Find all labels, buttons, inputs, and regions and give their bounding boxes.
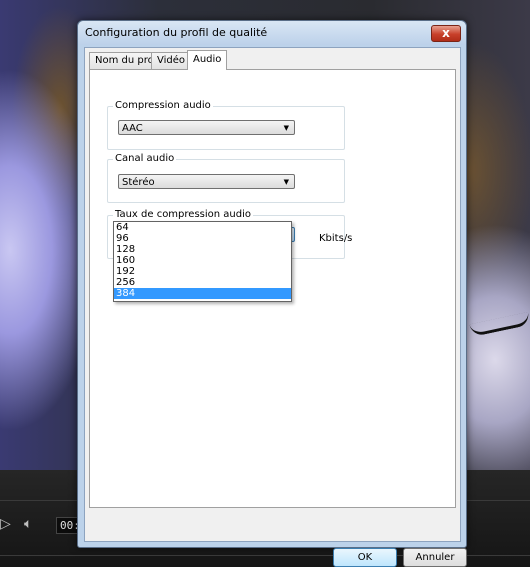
dropdown-option[interactable]: 192 (114, 266, 291, 277)
bitrate-dropdown-list: 64 96 128 160 192 256 384 (113, 221, 292, 302)
group-label: Taux de compression audio (113, 209, 253, 220)
dropdown-option[interactable]: 64 (114, 222, 291, 233)
dialog-titlebar[interactable]: Configuration du profil de qualité x (78, 21, 466, 45)
bitrate-unit: Kbits/s (319, 233, 353, 244)
dropdown-option-selected[interactable]: 384 (114, 288, 291, 299)
video-frame-detail (469, 311, 530, 338)
close-icon: x (442, 26, 450, 40)
tab-video[interactable]: Vidéo (151, 52, 192, 69)
dropdown-option[interactable]: 256 (114, 277, 291, 288)
tab-audio[interactable]: Audio (187, 50, 228, 70)
cancel-button[interactable]: Annuler (403, 548, 467, 567)
combo-value: Stéréo (122, 177, 155, 188)
combo-value: AAC (122, 123, 143, 134)
dropdown-option[interactable]: 160 (114, 255, 291, 266)
dropdown-option[interactable]: 96 (114, 233, 291, 244)
play-icon[interactable]: ▷ (0, 516, 11, 532)
chevron-down-icon: ▼ (283, 124, 289, 132)
audio-channel-select[interactable]: Stéréo ▼ (118, 174, 295, 189)
close-button[interactable]: x (431, 25, 461, 42)
audio-compression-select[interactable]: AAC ▼ (118, 120, 295, 135)
chevron-down-icon: ▼ (283, 178, 289, 186)
dropdown-option[interactable]: 128 (114, 244, 291, 255)
dialog-title: Configuration du profil de qualité (85, 26, 268, 39)
group-label: Compression audio (113, 100, 213, 111)
ok-button[interactable]: OK (333, 548, 397, 567)
audio-channel-group: Canal audio Stéréo ▼ (107, 153, 345, 203)
volume-icon[interactable]: 🔈︎ (24, 516, 32, 532)
group-label: Canal audio (113, 153, 177, 164)
audio-compression-group: Compression audio AAC ▼ (107, 100, 345, 150)
